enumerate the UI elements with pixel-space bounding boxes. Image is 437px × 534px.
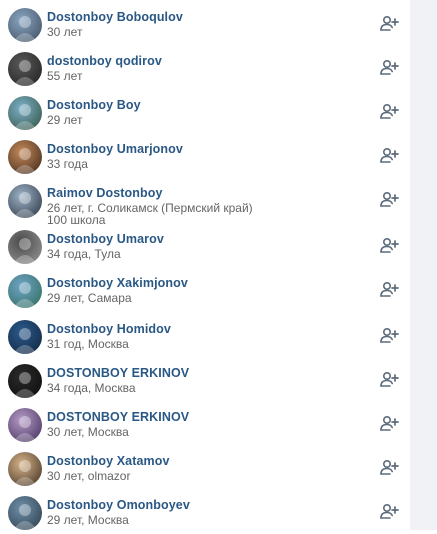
- person-meta: 34 года, Тула: [47, 247, 121, 261]
- person-name-link[interactable]: Dostonboy Boy: [47, 98, 141, 112]
- add-friend-button[interactable]: [379, 414, 399, 432]
- add-friend-button[interactable]: [379, 502, 399, 520]
- person-name-link[interactable]: Dostonboy Umarov: [47, 232, 164, 246]
- person-name-link[interactable]: dostonboy qodirov: [47, 54, 162, 68]
- add-friend-button[interactable]: [379, 14, 399, 32]
- avatar[interactable]: [8, 408, 42, 442]
- person-meta: 29 лет, Самара: [47, 291, 132, 305]
- add-friend-icon: [380, 103, 399, 119]
- list-item[interactable]: Dostonboy Xakimjonov 29 лет, Самара: [0, 270, 410, 312]
- person-meta: 100 школа: [47, 213, 106, 227]
- avatar[interactable]: [8, 140, 42, 174]
- add-friend-button[interactable]: [379, 146, 399, 164]
- list-item[interactable]: DOSTONBOY ERKINOV 30 лет, Москва: [0, 404, 410, 446]
- list-item[interactable]: dostonboy qodirov 55 лет: [0, 48, 410, 90]
- avatar[interactable]: [8, 96, 42, 130]
- add-friend-icon: [380, 281, 399, 297]
- add-friend-icon: [380, 147, 399, 163]
- add-friend-icon: [380, 371, 399, 387]
- person-meta: 31 год, Москва: [47, 337, 129, 351]
- avatar[interactable]: [8, 184, 42, 218]
- list-item[interactable]: Dostonboy Homidov 31 год, Москва: [0, 316, 410, 358]
- list-item[interactable]: Dostonboy Boy 29 лет: [0, 92, 410, 134]
- right-side-panel: [410, 0, 437, 530]
- list-item[interactable]: Raimov Dostonboy 26 лет, г. Соликамск (Пе…: [0, 180, 410, 227]
- avatar[interactable]: [8, 364, 42, 398]
- person-meta: 29 лет: [47, 113, 83, 127]
- add-friend-button[interactable]: [379, 326, 399, 344]
- add-friend-icon: [380, 237, 399, 253]
- person-name-link[interactable]: DOSTONBOY ERKINOV: [47, 366, 189, 380]
- add-friend-icon: [380, 327, 399, 343]
- person-name-link[interactable]: Dostonboy Homidov: [47, 322, 171, 336]
- person-meta: 30 лет, Москва: [47, 425, 129, 439]
- list-item[interactable]: Dostonboy Xatamov 30 лет, olmazor: [0, 448, 410, 490]
- add-friend-icon: [380, 191, 399, 207]
- person-name-link[interactable]: Dostonboy Umarjonov: [47, 142, 183, 156]
- avatar[interactable]: [8, 8, 42, 42]
- add-friend-button[interactable]: [379, 236, 399, 254]
- list-item[interactable]: Dostonboy Umarjonov 33 года: [0, 136, 410, 178]
- person-name-link[interactable]: Dostonboy Boboqulov: [47, 10, 183, 24]
- add-friend-button[interactable]: [379, 102, 399, 120]
- person-meta: 33 года: [47, 157, 88, 171]
- add-friend-button[interactable]: [379, 458, 399, 476]
- add-friend-icon: [380, 459, 399, 475]
- list-item[interactable]: DOSTONBOY ERKINOV 34 года, Москва: [0, 360, 410, 402]
- add-friend-icon: [380, 59, 399, 75]
- avatar[interactable]: [8, 274, 42, 308]
- add-friend-icon: [380, 503, 399, 519]
- avatar[interactable]: [8, 320, 42, 354]
- avatar[interactable]: [8, 230, 42, 264]
- add-friend-button[interactable]: [379, 58, 399, 76]
- person-meta: 29 лет, Москва: [47, 513, 129, 527]
- person-meta: 55 лет: [47, 69, 83, 83]
- add-friend-button[interactable]: [379, 370, 399, 388]
- person-meta: 30 лет: [47, 25, 83, 39]
- person-meta: 34 года, Москва: [47, 381, 136, 395]
- add-friend-button[interactable]: [379, 190, 399, 208]
- add-friend-icon: [380, 415, 399, 431]
- add-friend-button[interactable]: [379, 280, 399, 298]
- person-name-link[interactable]: Dostonboy Omonboyev: [47, 498, 190, 512]
- person-name-link[interactable]: DOSTONBOY ERKINOV: [47, 410, 189, 424]
- list-item[interactable]: Dostonboy Boboqulov 30 лет: [0, 4, 410, 46]
- avatar[interactable]: [8, 452, 42, 486]
- list-item[interactable]: Dostonboy Umarov 34 года, Тула: [0, 226, 410, 268]
- avatar[interactable]: [8, 52, 42, 86]
- person-name-link[interactable]: Dostonboy Xatamov: [47, 454, 170, 468]
- list-item[interactable]: Dostonboy Omonboyev 29 лет, Москва: [0, 492, 410, 534]
- person-name-link[interactable]: Dostonboy Xakimjonov: [47, 276, 188, 290]
- add-friend-icon: [380, 15, 399, 31]
- person-name-link[interactable]: Raimov Dostonboy: [47, 186, 163, 200]
- person-meta: 30 лет, olmazor: [47, 469, 131, 483]
- avatar[interactable]: [8, 496, 42, 530]
